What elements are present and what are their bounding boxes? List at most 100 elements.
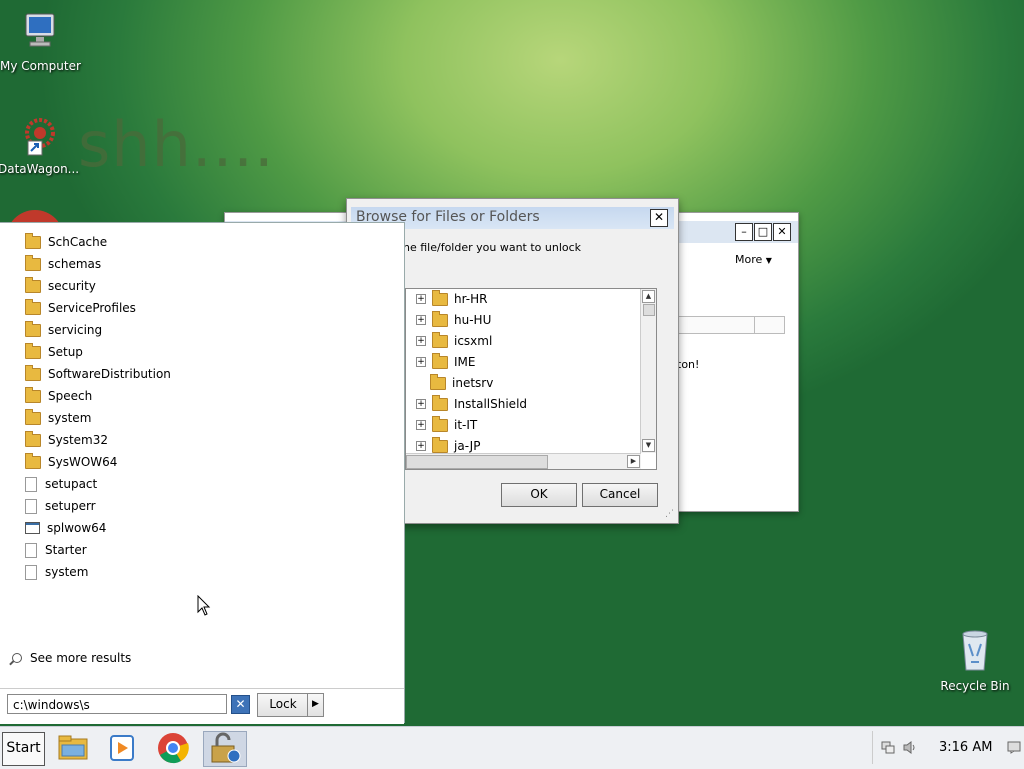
- scroll-down-icon[interactable]: ▼: [642, 439, 655, 452]
- result-item[interactable]: system: [25, 407, 91, 429]
- result-label: servicing: [48, 323, 103, 337]
- cancel-button[interactable]: Cancel: [582, 483, 658, 507]
- tree-item[interactable]: + InstallShield: [416, 394, 527, 414]
- result-item[interactable]: security: [25, 275, 96, 297]
- start-button[interactable]: Start: [2, 732, 45, 766]
- tree-item[interactable]: inetsrv: [416, 373, 493, 393]
- result-item[interactable]: SoftwareDistribution: [25, 363, 171, 385]
- horizontal-scrollbar[interactable]: ▶: [406, 453, 641, 469]
- lock-options-arrow-icon[interactable]: ▶: [307, 693, 324, 717]
- folder-icon: [432, 394, 448, 411]
- datawagon-icon: [25, 118, 55, 156]
- vertical-scrollbar[interactable]: ▲ ▼: [640, 289, 656, 453]
- folder-icon: [25, 386, 41, 403]
- file-icon: [25, 498, 37, 514]
- column-header[interactable]: [675, 317, 755, 333]
- expand-icon[interactable]: +: [416, 336, 426, 346]
- result-label: security: [48, 279, 96, 293]
- network-icon[interactable]: [881, 741, 895, 754]
- result-item[interactable]: SysWOW64: [25, 451, 117, 473]
- folder-icon: [430, 373, 446, 390]
- desktop-icon-my-computer[interactable]: My Computer: [0, 10, 81, 73]
- result-item[interactable]: ServiceProfiles: [25, 297, 136, 319]
- folder-icon: [25, 298, 41, 315]
- taskbar-media-player[interactable]: [105, 731, 139, 765]
- expand-icon[interactable]: +: [416, 399, 426, 409]
- folder-icon: [25, 232, 41, 249]
- computer-icon: [25, 13, 55, 47]
- close-icon[interactable]: ✕: [773, 223, 791, 241]
- desktop-icon-datawagon[interactable]: DataWagon...: [0, 113, 79, 176]
- tree-item-label: IME: [454, 355, 476, 369]
- result-label: Starter: [45, 543, 87, 557]
- scroll-right-icon[interactable]: ▶: [627, 455, 640, 468]
- tree-item-label: hr-HR: [454, 292, 488, 306]
- action-center-icon[interactable]: [1007, 741, 1021, 754]
- result-item[interactable]: schemas: [25, 253, 101, 275]
- expand-icon[interactable]: +: [416, 441, 426, 451]
- file-icon: [25, 564, 37, 580]
- tree-item-label: hu-HU: [454, 313, 492, 327]
- column-header[interactable]: [755, 317, 785, 333]
- ok-button[interactable]: OK: [501, 483, 577, 507]
- expand-icon[interactable]: +: [416, 315, 426, 325]
- taskbar-chrome[interactable]: [156, 731, 190, 765]
- folder-icon: [25, 430, 41, 447]
- see-more-results-link[interactable]: See more results: [12, 651, 131, 665]
- tree-item[interactable]: + hu-HU: [416, 310, 491, 330]
- folder-icon: [25, 342, 41, 359]
- resize-grip-icon[interactable]: ⋰: [665, 509, 674, 519]
- tree-item[interactable]: + IME: [416, 352, 475, 372]
- minimize-icon[interactable]: –: [735, 223, 753, 241]
- taskbar-explorer[interactable]: [56, 731, 90, 765]
- result-label: SchCache: [48, 235, 108, 249]
- result-item[interactable]: SchCache: [25, 231, 107, 253]
- tree-item[interactable]: + icsxml: [416, 331, 492, 351]
- result-item[interactable]: Speech: [25, 385, 92, 407]
- scroll-up-icon[interactable]: ▲: [642, 290, 655, 303]
- application-icon: [25, 522, 40, 534]
- chrome-icon: [158, 733, 189, 764]
- result-label: SoftwareDistribution: [48, 367, 171, 381]
- expand-icon[interactable]: +: [416, 357, 426, 367]
- volume-icon[interactable]: [903, 741, 917, 754]
- scroll-thumb[interactable]: [643, 304, 655, 316]
- desktop-icon-recycle-bin[interactable]: Recycle Bin: [935, 626, 1015, 693]
- tree-item-label: it-IT: [454, 418, 478, 432]
- result-item[interactable]: setupact: [25, 473, 97, 495]
- scroll-thumb[interactable]: [406, 455, 548, 469]
- desktop-icon-label: My Computer: [0, 59, 81, 73]
- result-label: SysWOW64: [48, 455, 118, 469]
- maximize-icon[interactable]: □: [754, 223, 772, 241]
- result-item[interactable]: servicing: [25, 319, 102, 341]
- search-results-panel: SchCache schemas security ServiceProfile…: [0, 222, 405, 724]
- mouse-cursor-icon: [197, 595, 211, 616]
- tree-item-label: ja-JP: [454, 439, 481, 453]
- folder-tree[interactable]: + hr-HR + hu-HU + icsxml + IME inetsrv +: [405, 288, 657, 470]
- result-item[interactable]: System32: [25, 429, 108, 451]
- result-item[interactable]: splwow64: [25, 517, 106, 539]
- result-item[interactable]: Setup: [25, 341, 83, 363]
- more-menu[interactable]: More ▼: [735, 253, 772, 266]
- clock[interactable]: 3:16 AM: [939, 740, 992, 755]
- tree-item[interactable]: + hr-HR: [416, 289, 487, 309]
- result-label: system: [48, 411, 92, 425]
- folder-icon: [25, 408, 41, 425]
- see-more-label: See more results: [30, 651, 132, 665]
- expand-icon[interactable]: +: [416, 294, 426, 304]
- result-label: System32: [48, 433, 109, 447]
- folder-icon: [25, 254, 41, 271]
- result-item[interactable]: Starter: [25, 539, 87, 561]
- taskbar-unlocker[interactable]: [203, 731, 247, 767]
- expand-icon[interactable]: +: [416, 420, 426, 430]
- result-item[interactable]: system: [25, 561, 88, 583]
- result-item[interactable]: setuperr: [25, 495, 96, 517]
- tree-item-label: inetsrv: [452, 376, 494, 390]
- search-input[interactable]: c:\windows\s: [7, 694, 227, 714]
- close-icon[interactable]: ✕: [650, 209, 668, 227]
- lock-button[interactable]: Lock: [257, 693, 309, 717]
- result-label: ServiceProfiles: [48, 301, 136, 315]
- clear-search-icon[interactable]: ✕: [231, 695, 250, 714]
- result-label: setupact: [45, 477, 98, 491]
- tree-item[interactable]: + it-IT: [416, 415, 477, 435]
